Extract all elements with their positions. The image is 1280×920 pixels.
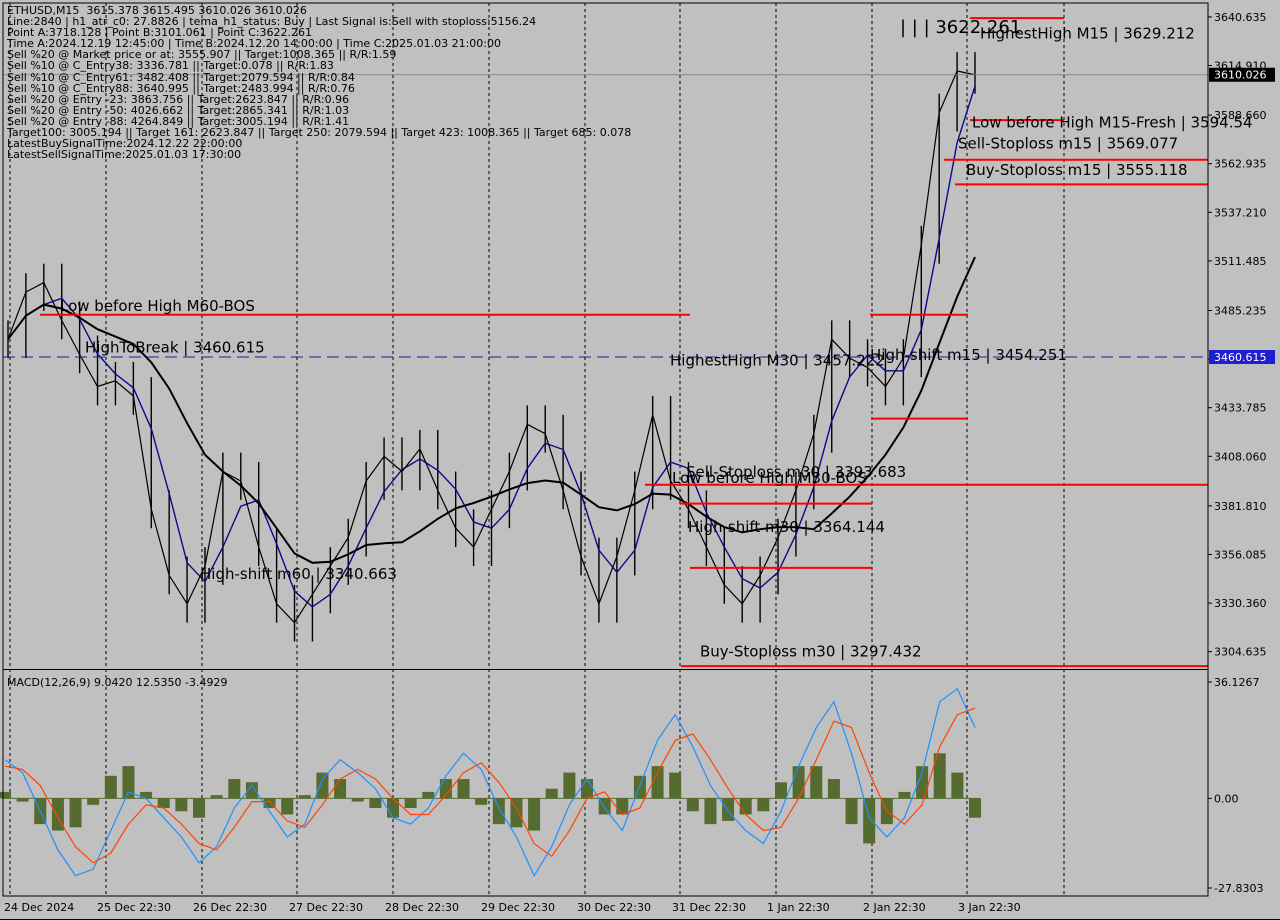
macd-histogram-bar	[298, 795, 311, 799]
macd-y-tick-label: 36.1267	[1214, 676, 1260, 689]
y-tick-label: 3485.235	[1214, 304, 1267, 317]
x-tick-label: 28 Dec 22:30	[385, 901, 459, 914]
y-tick-label: 3381.810	[1214, 500, 1267, 513]
macd-histogram-bar	[334, 779, 347, 799]
level-tag-label: 3460.615	[1214, 351, 1267, 364]
chart-label: HighestHigh M15 | 3629.212	[980, 25, 1195, 43]
macd-histogram-bar	[775, 782, 787, 799]
macd-histogram-bar	[863, 798, 876, 844]
x-tick-label: 25 Dec 22:30	[97, 901, 171, 914]
y-tick-label: 3356.085	[1214, 548, 1267, 561]
macd-histogram-bar	[616, 798, 629, 815]
macd-histogram-bar	[563, 772, 576, 799]
macd-histogram-bar	[810, 766, 823, 799]
macd-histogram-bar	[0, 791, 11, 799]
x-tick-label: 27 Dec 22:30	[289, 901, 363, 914]
macd-histogram-bar	[457, 779, 470, 799]
macd-histogram-bar	[387, 798, 399, 818]
x-tick-label: 29 Dec 22:30	[481, 901, 555, 914]
info-line: Sell %10 @ C_Entry38: 3336.781 || Target…	[7, 59, 334, 73]
macd-histogram-bar	[686, 798, 699, 812]
macd-histogram-bar	[157, 798, 170, 809]
x-tick-label: 26 Dec 22:30	[193, 901, 267, 914]
chart-label: Buy-Stoploss m30 | 3297.432	[700, 643, 922, 661]
macd-histogram-bar	[528, 798, 541, 831]
price-tag-label: 3610.026	[1214, 69, 1267, 82]
macd-histogram-bar	[792, 766, 805, 799]
y-tick-label: 3408.060	[1214, 450, 1267, 463]
macd-histogram-bar	[475, 798, 488, 805]
chart-label: Low before High M60-BOS	[60, 297, 255, 315]
chart-label: Buy-Stoploss m15 | 3555.118	[966, 161, 1188, 179]
chart-label: Sell-Stoploss m15 | 3569.077	[958, 134, 1178, 152]
macd-histogram-bar	[404, 798, 417, 809]
y-tick-label: 3433.785	[1214, 402, 1267, 415]
chart-label: Low before High M30-BOS	[672, 469, 867, 487]
macd-histogram-bar	[228, 779, 241, 799]
y-tick-label: 3640.635	[1214, 11, 1267, 24]
macd-histogram-bar	[492, 798, 505, 825]
y-tick-label: 3511.485	[1214, 255, 1267, 268]
macd-histogram-bar	[316, 772, 329, 799]
macd-histogram-bar	[969, 798, 981, 818]
macd-y-tick-label: 0.00	[1214, 792, 1239, 805]
macd-panel: MACD(12,26,9) 9.0420 12.5350 -3.4929	[0, 676, 981, 877]
x-tick-label: 31 Dec 22:30	[672, 901, 746, 914]
macd-histogram-bar	[669, 772, 682, 799]
macd-histogram-bar	[827, 779, 840, 799]
macd-histogram-bar	[545, 788, 558, 799]
macd-histogram-bar	[104, 775, 117, 799]
macd-histogram-bar	[951, 772, 964, 799]
chart-label: High-shift m60 | 3340.663	[200, 565, 397, 583]
x-tick-label: 30 Dec 22:30	[577, 901, 651, 914]
macd-histogram-bar	[898, 791, 911, 799]
y-tick-label: 3304.635	[1214, 646, 1267, 659]
y-tick-label: 3588.660	[1214, 109, 1267, 122]
x-tick-label: 24 Dec 2024	[4, 901, 74, 914]
chart-label: Low before High M15-Fresh | 3594.54	[972, 114, 1253, 132]
macd-histogram-bar	[704, 798, 717, 825]
macd-histogram-bar	[845, 798, 858, 825]
macd-histogram-bar	[175, 798, 188, 812]
chart-label: HighestHigh M30 | 3457.222	[670, 352, 885, 370]
y-tick-label: 3562.935	[1214, 158, 1267, 171]
macd-histogram-bar	[87, 798, 100, 805]
chart-label: High-shift m15 | 3454.251	[870, 346, 1067, 364]
chart-label: High-shift m30 | 3364.144	[688, 518, 885, 536]
macd-histogram-bar	[16, 798, 29, 802]
chart-label: HighToBreak | 3460.615	[85, 339, 265, 357]
macd-histogram-bar	[193, 798, 205, 818]
x-tick-label: 1 Jan 22:30	[767, 901, 830, 914]
x-tick-label: 3 Jan 22:30	[958, 901, 1021, 914]
macd-histogram-bar	[369, 798, 382, 809]
macd-histogram-bar	[722, 798, 735, 821]
macd-histogram-bar	[210, 795, 223, 799]
macd-histogram-bar	[757, 798, 770, 812]
macd-histogram-bar	[351, 798, 364, 802]
y-tick-label: 3537.210	[1214, 206, 1267, 219]
macd-histogram-bar	[281, 798, 294, 815]
macd-title: MACD(12,26,9) 9.0420 12.5350 -3.4929	[7, 676, 227, 689]
x-tick-label: 2 Jan 22:30	[863, 901, 926, 914]
macd-histogram-bar	[69, 798, 82, 828]
macd-histogram-bar	[581, 779, 593, 799]
macd-histogram-bar	[739, 798, 752, 815]
y-tick-label: 3330.360	[1214, 597, 1267, 610]
macd-y-tick-label: -27.8303	[1214, 882, 1263, 895]
info-line: LatestSellSignalTime:2025.01.03 17:30:00	[7, 148, 242, 162]
macd-histogram-bar	[422, 791, 435, 799]
